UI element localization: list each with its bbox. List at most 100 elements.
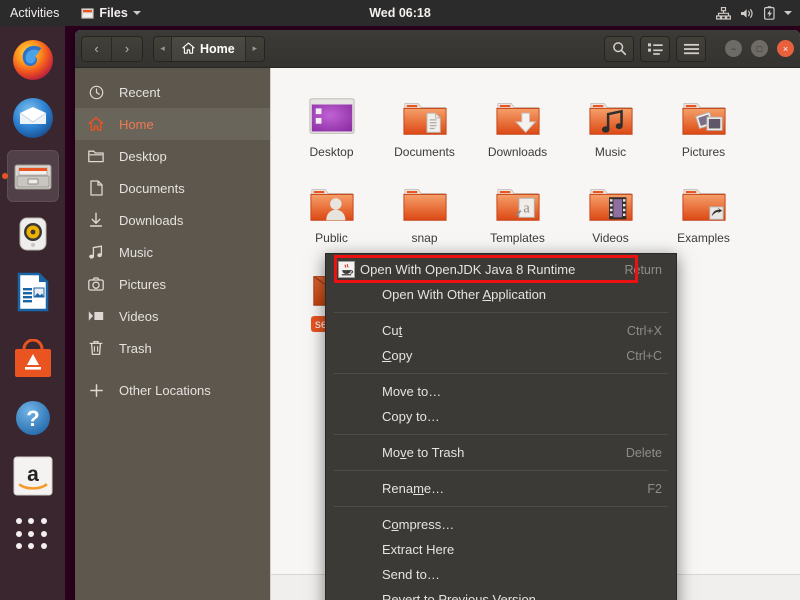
documents-folder-icon: [400, 84, 450, 140]
files-app-icon: [81, 7, 95, 20]
menu-item-label: Open With Other Application: [382, 287, 547, 302]
file-item-label: Music: [594, 145, 627, 159]
menu-item-extract-here[interactable]: Extract Here: [326, 537, 676, 562]
menu-item-send-to[interactable]: Send to…: [326, 562, 676, 587]
dock-item-rhythmbox[interactable]: [7, 208, 59, 260]
maximize-button[interactable]: □: [751, 40, 768, 57]
file-item-downloads[interactable]: Downloads: [471, 78, 564, 160]
menu-item-accel: Ctrl+X: [626, 323, 662, 338]
search-button[interactable]: [604, 35, 634, 62]
examples-link-folder-icon: [679, 170, 729, 226]
sidebar-item-documents[interactable]: Documents: [75, 172, 270, 204]
menu-item-move-to[interactable]: Move to…: [326, 379, 676, 404]
launcher-dock: ? a: [0, 26, 65, 600]
sidebar-item-videos[interactable]: Videos: [75, 300, 270, 332]
volume-icon: [740, 7, 755, 20]
menu-item-cut[interactable]: Cut Ctrl+X: [326, 318, 676, 343]
menu-item-compress[interactable]: Compress…: [326, 512, 676, 537]
menu-separator: [334, 434, 668, 435]
breadcrumb-next-button[interactable]: ▸: [245, 36, 264, 61]
sidebar-item-pictures[interactable]: Pictures: [75, 268, 270, 300]
back-button[interactable]: ‹: [82, 36, 112, 61]
battery-icon: [764, 6, 775, 20]
menu-item-open-with-other-application[interactable]: Open With Other Application: [326, 282, 676, 307]
sidebar-item-label: Pictures: [119, 276, 166, 292]
sidebar-item-home[interactable]: Home: [75, 108, 270, 140]
search-icon: [612, 41, 627, 56]
minimize-button[interactable]: −: [725, 40, 742, 57]
menu-item-label: Compress…: [382, 517, 455, 532]
show-applications-button[interactable]: [15, 518, 50, 552]
system-indicators[interactable]: [716, 0, 792, 26]
menu-item-copy-to[interactable]: Copy to…: [326, 404, 676, 429]
file-item-pictures[interactable]: Pictures: [657, 78, 750, 160]
menu-item-label: Copy: [382, 348, 413, 363]
menu-item-label: Rename…: [382, 481, 445, 496]
breadcrumb-prev-button[interactable]: ◂: [154, 36, 172, 61]
clock-icon: [87, 85, 105, 100]
sidebar-item-label: Recent: [119, 84, 161, 100]
breadcrumb-item-home[interactable]: Home: [172, 36, 246, 61]
activities-button[interactable]: Activities: [10, 6, 59, 20]
dock-item-amazon[interactable]: a: [7, 450, 59, 502]
dock-item-firefox[interactable]: [7, 34, 59, 86]
file-item-desktop[interactable]: Desktop: [285, 78, 378, 160]
menu-item-revert-to-previous-version[interactable]: Revert to Previous Version…: [326, 587, 676, 600]
svg-text:a: a: [27, 463, 39, 486]
dock-item-thunderbird[interactable]: [7, 92, 59, 144]
svg-text:a: a: [523, 201, 530, 217]
file-item-snap[interactable]: snap: [378, 164, 471, 246]
file-item-music[interactable]: Music: [564, 78, 657, 160]
sidebar-item-downloads[interactable]: Downloads: [75, 204, 270, 236]
file-item-public[interactable]: Public: [285, 164, 378, 246]
menu-item-copy[interactable]: Copy Ctrl+C: [326, 343, 676, 368]
file-item-templates[interactable]: a Templates: [471, 164, 564, 246]
menu-item-label: Move to Trash: [382, 445, 465, 460]
view-toggle-button[interactable]: [640, 35, 670, 62]
close-button[interactable]: ×: [777, 40, 794, 57]
context-menu: Open With OpenJDK Java 8 Runtime Return …: [325, 253, 677, 600]
svg-text:?: ?: [26, 406, 39, 431]
menu-separator: [334, 312, 668, 313]
chevron-down-icon: [132, 11, 141, 15]
app-menu-button[interactable]: Files: [81, 6, 141, 20]
sidebar-item-label: Desktop: [119, 148, 167, 164]
file-item-videos[interactable]: Videos: [564, 164, 657, 246]
sidebar-item-recent[interactable]: Recent: [75, 76, 270, 108]
places-sidebar: Recent Home Desktop Documents Downloads …: [75, 68, 270, 600]
sidebar-item-music[interactable]: Music: [75, 236, 270, 268]
sidebar-item-trash[interactable]: Trash: [75, 332, 270, 364]
camera-icon: [87, 277, 105, 291]
main-menu-button[interactable]: [676, 35, 706, 62]
file-item-label: Desktop: [309, 145, 354, 159]
menu-item-label: Move to…: [382, 384, 442, 399]
dock-item-help[interactable]: ?: [7, 392, 59, 444]
file-item-label: Public: [315, 231, 348, 245]
desktop-folder-icon: [307, 84, 357, 140]
sidebar-item-desktop[interactable]: Desktop: [75, 140, 270, 172]
dock-item-ubuntu-software[interactable]: [7, 334, 59, 386]
menu-separator: [334, 373, 668, 374]
forward-button[interactable]: ›: [112, 36, 142, 61]
menu-item-move-to-trash[interactable]: Move to Trash Delete: [326, 440, 676, 465]
sidebar-item-label: Downloads: [119, 212, 184, 228]
sidebar-item-label: Documents: [119, 180, 185, 196]
breadcrumb-item-label: Home: [200, 41, 235, 56]
videos-folder-icon: [586, 170, 636, 226]
file-item-examples[interactable]: Examples: [657, 164, 750, 246]
dock-item-libreoffice-impress[interactable]: [7, 266, 59, 318]
menu-separator: [334, 506, 668, 507]
file-item-documents[interactable]: Documents: [378, 78, 471, 160]
folder-icon: [400, 170, 450, 226]
menu-item-label: Cut: [382, 323, 403, 338]
menu-item-rename[interactable]: Rename… F2: [326, 476, 676, 501]
sidebar-item-label: Other Locations: [119, 382, 211, 398]
app-menu-label: Files: [99, 6, 128, 20]
home-icon: [182, 42, 195, 55]
video-icon: [87, 310, 105, 322]
list-view-icon: [647, 42, 663, 56]
dock-item-files[interactable]: [6, 150, 59, 202]
menu-item-open-with-openjdk[interactable]: Open With OpenJDK Java 8 Runtime Return: [326, 257, 676, 282]
sidebar-item-other-locations[interactable]: Other Locations: [75, 374, 270, 406]
menu-item-label: Open With OpenJDK Java 8 Runtime: [360, 262, 576, 277]
